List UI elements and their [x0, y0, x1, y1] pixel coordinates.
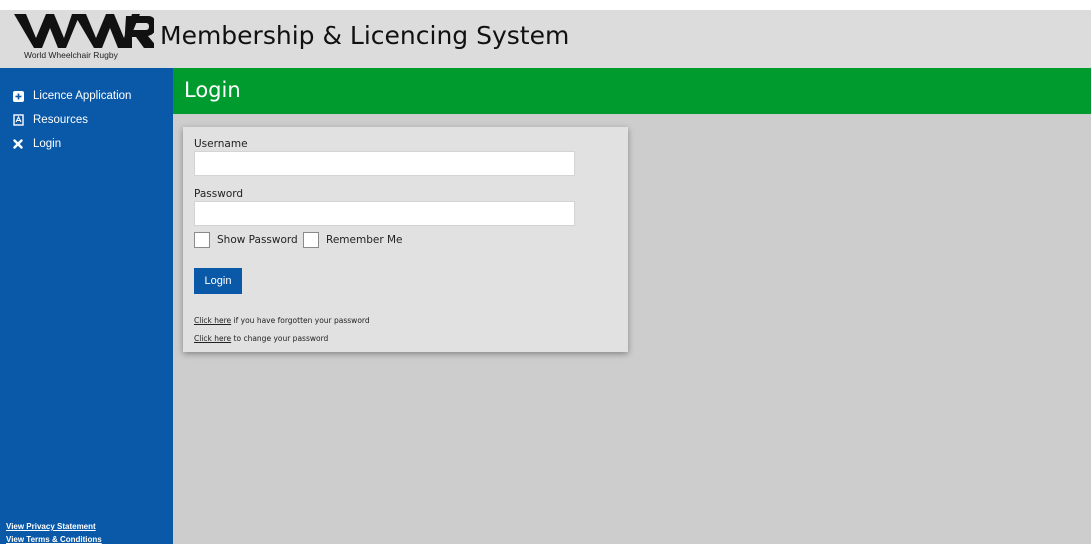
sidebar-item-login[interactable]: Login: [12, 135, 61, 153]
terms-conditions-link[interactable]: View Terms & Conditions: [6, 535, 102, 544]
app-title: Membership & Licencing System: [160, 21, 570, 50]
show-password-option: Show Password: [194, 231, 298, 248]
password-input[interactable]: [194, 201, 575, 226]
remember-me-checkbox[interactable]: [303, 231, 319, 248]
close-icon: [12, 138, 24, 150]
wwr-logo[interactable]: World Wheelchair Rugby: [8, 12, 158, 66]
remember-me-label: Remember Me: [326, 233, 403, 246]
show-password-label: Show Password: [217, 233, 298, 246]
change-password-text: to change your password: [231, 334, 329, 343]
sidebar: Licence Application Resources Login View…: [0, 68, 173, 544]
forgot-password-link[interactable]: Click here: [194, 316, 231, 325]
forgot-password-line: Click here if you have forgotten your pa…: [194, 316, 370, 325]
plus-square-icon: [12, 90, 24, 102]
password-label: Password: [194, 188, 244, 200]
show-password-checkbox[interactable]: [194, 231, 210, 248]
top-bar: World Wheelchair Rugby Membership & Lice…: [0, 0, 1091, 68]
change-password-line: Click here to change your password: [194, 334, 328, 343]
username-label: Username: [194, 138, 248, 150]
wwr-logo-mark: [14, 14, 154, 48]
sidebar-item-licence-application[interactable]: Licence Application: [12, 87, 131, 105]
logo-caption: World Wheelchair Rugby: [24, 50, 118, 60]
sidebar-item-label: Login: [33, 138, 62, 150]
sidebar-item-label: Resources: [33, 114, 88, 126]
login-form: Username Password Show Password Remember…: [183, 127, 628, 352]
privacy-statement-link[interactable]: View Privacy Statement: [6, 522, 96, 531]
remember-me-option: Remember Me: [303, 231, 403, 248]
login-button[interactable]: Login: [194, 268, 242, 294]
username-input[interactable]: [194, 151, 575, 176]
sidebar-item-resources[interactable]: Resources: [12, 111, 88, 129]
page-header: Login: [173, 68, 1091, 114]
document-icon: [12, 114, 24, 126]
page-title: Login: [184, 78, 241, 102]
forgot-password-text: if you have forgotten your password: [231, 316, 370, 325]
change-password-link[interactable]: Click here: [194, 334, 231, 343]
sidebar-item-label: Licence Application: [33, 90, 132, 102]
